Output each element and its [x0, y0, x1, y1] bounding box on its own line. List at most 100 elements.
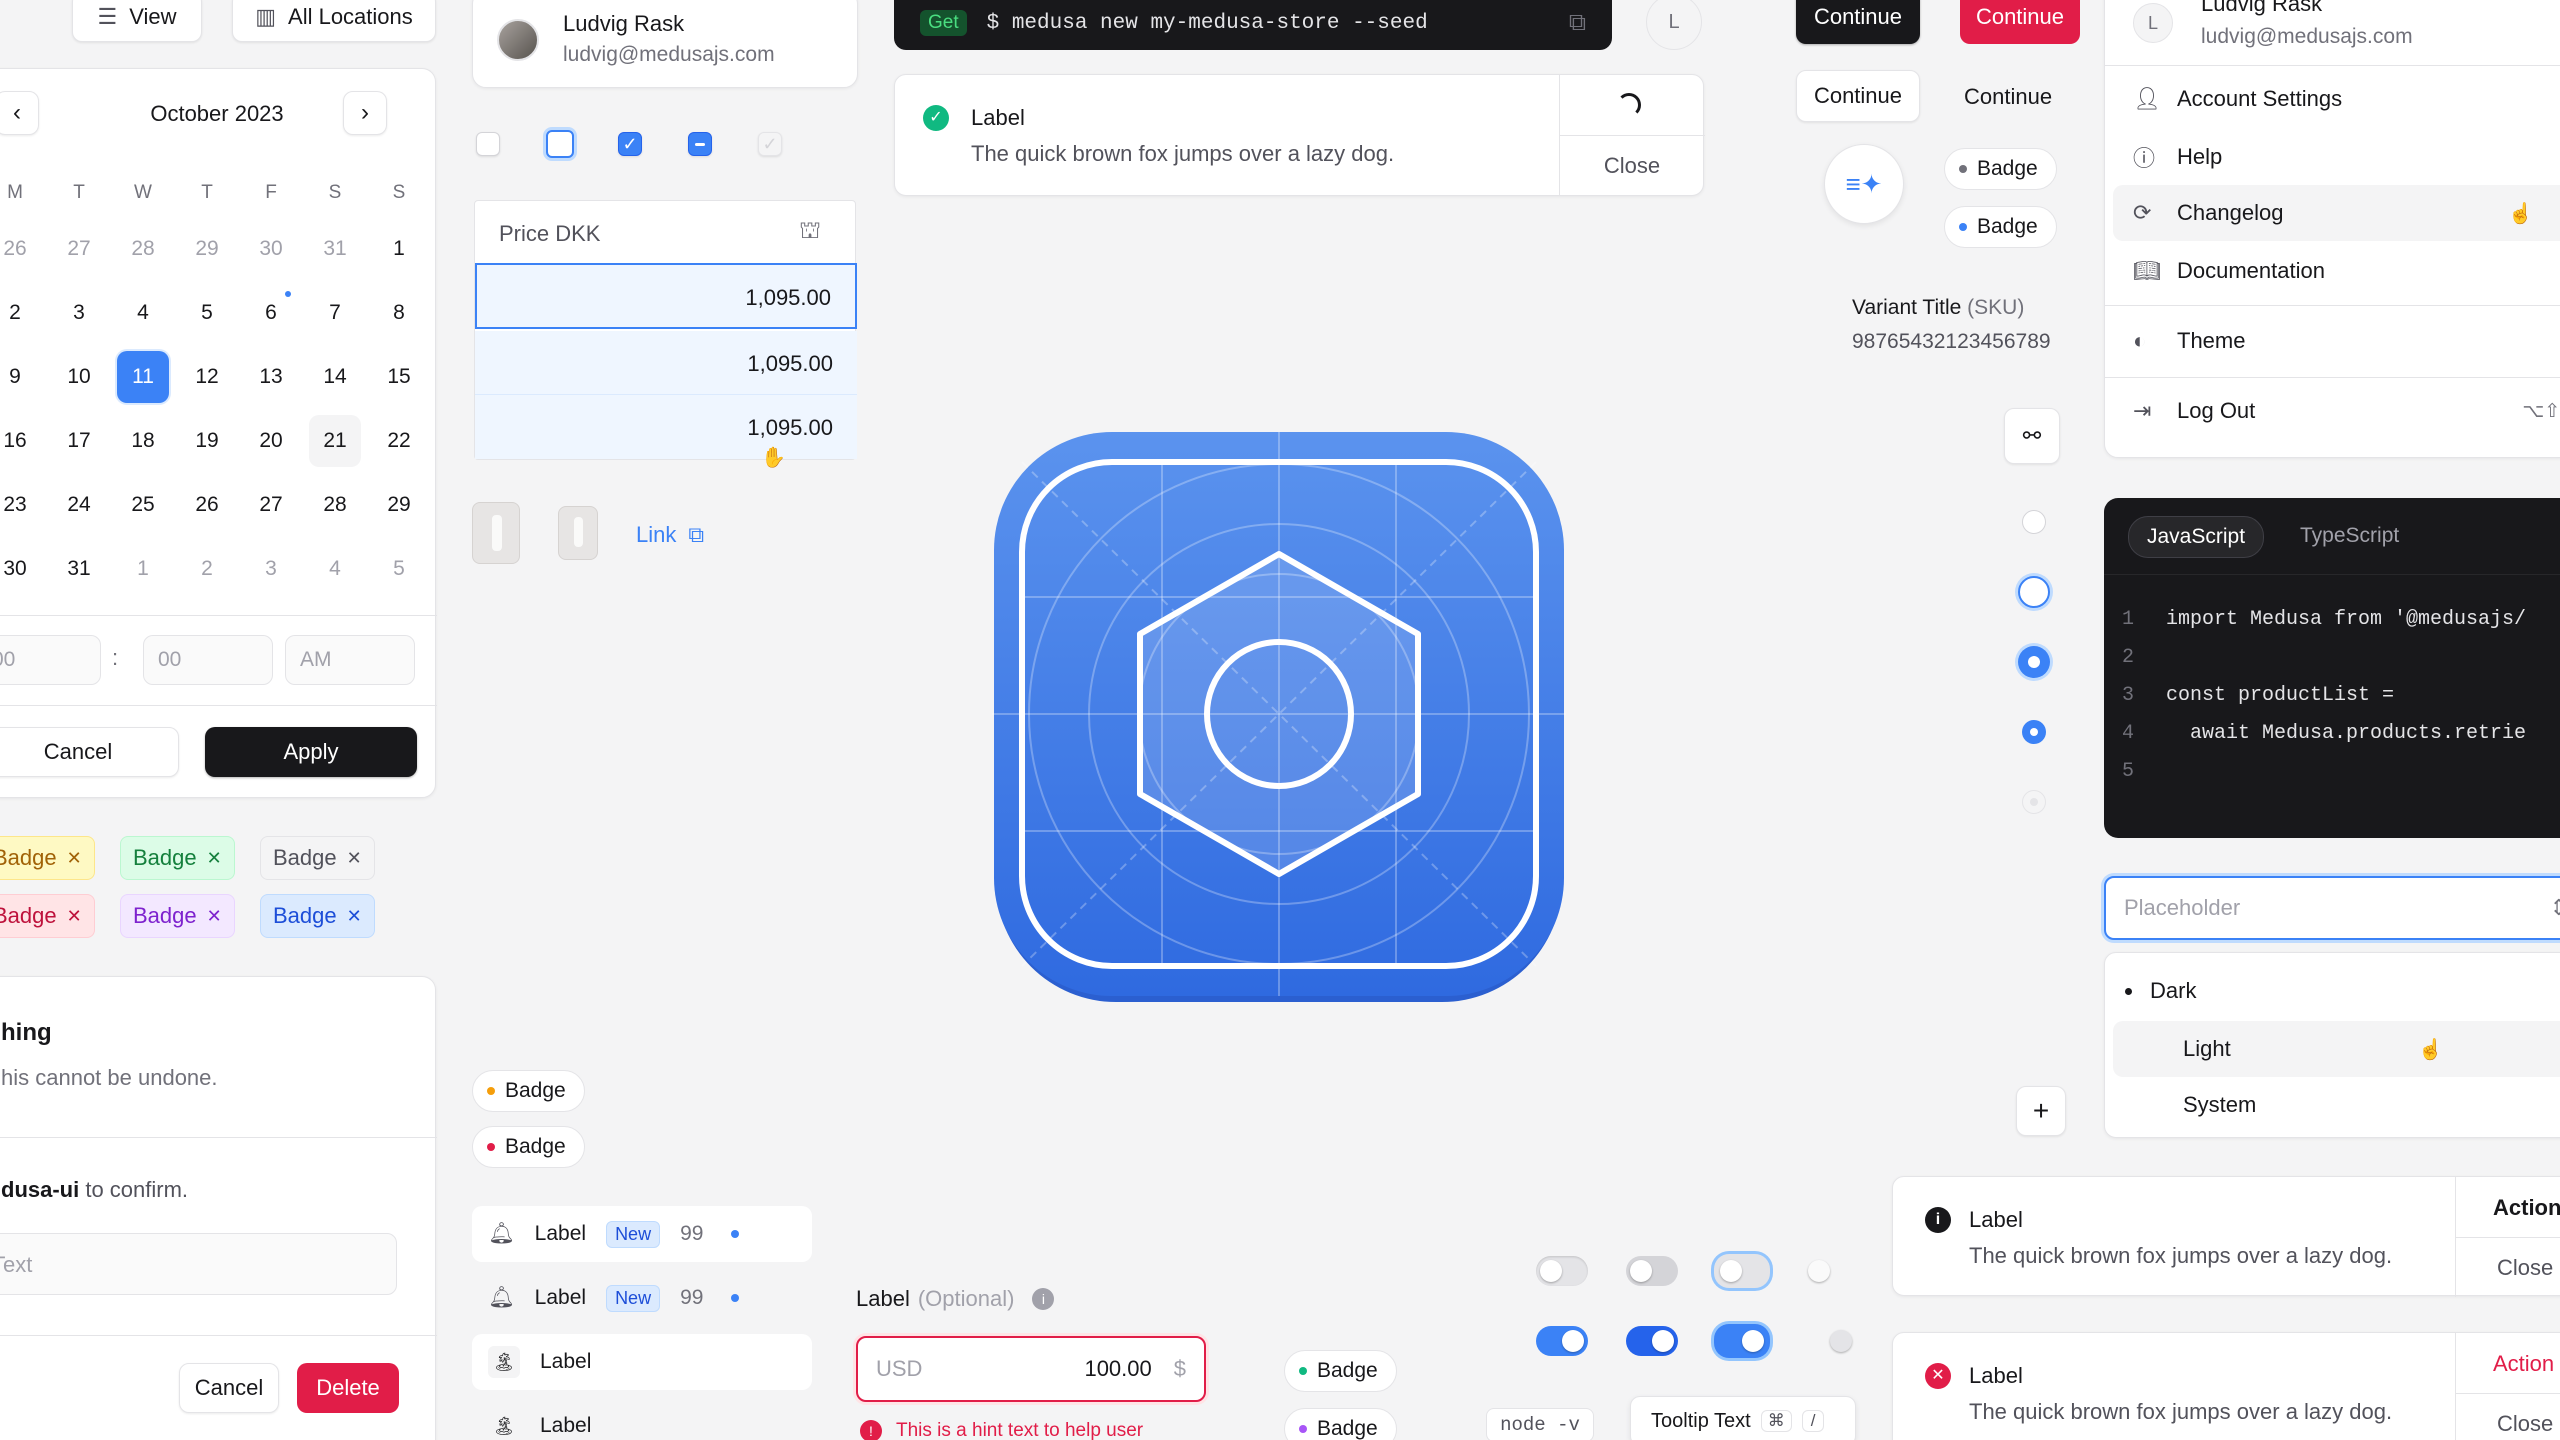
calendar-day[interactable]: 20	[239, 409, 303, 473]
list-item[interactable]: 🏝︎ Label	[472, 1334, 812, 1390]
calendar-day[interactable]: 3	[47, 281, 111, 345]
switch-off-focus[interactable]	[1714, 1254, 1770, 1288]
continue-button-danger[interactable]: Continue	[1960, 0, 2080, 44]
confirm-text-input[interactable]: Text	[0, 1233, 397, 1295]
calendar-apply-button[interactable]: Apply	[205, 727, 417, 777]
list-item[interactable]: 🏝︎ Label	[472, 1398, 812, 1440]
toast-action-button[interactable]: Action	[2493, 1351, 2554, 1377]
switch-off[interactable]	[1536, 1256, 1588, 1286]
prompt-cancel-button[interactable]: Cancel	[179, 1363, 279, 1413]
menu-item-help[interactable]: ⓘ Help	[2105, 129, 2545, 185]
prompt-delete-button[interactable]: Delete	[297, 1363, 399, 1413]
calendar-day[interactable]: 5	[367, 537, 431, 601]
calendar-day[interactable]: 1	[111, 537, 175, 601]
calendar-day[interactable]: 12	[175, 345, 239, 409]
ai-sparkle-button[interactable]: ≡✦	[1824, 144, 1904, 224]
checkbox-disabled-checked[interactable]: ✓	[758, 132, 782, 156]
calendar-day[interactable]: 7	[303, 281, 367, 345]
price-cell-3[interactable]: 1,095.00	[475, 395, 857, 459]
close-icon[interactable]: ✕	[207, 848, 222, 869]
calendar-day[interactable]: 10	[47, 345, 111, 409]
product-thumbnail-small[interactable]	[558, 506, 598, 560]
radio-checked-focused[interactable]	[2018, 646, 2050, 678]
workflow-icon-button[interactable]: ⚯	[2004, 408, 2060, 464]
toast-close-button[interactable]: Close	[2497, 1255, 2553, 1281]
radio-focused[interactable]	[2018, 576, 2050, 608]
switch-on-focus[interactable]	[1714, 1324, 1770, 1358]
continue-button-transparent[interactable]: Continue	[1964, 84, 2052, 110]
toast-close-button[interactable]: Close	[2497, 1411, 2553, 1437]
ampm-input[interactable]: AM	[285, 635, 415, 685]
calendar-day[interactable]: 9	[0, 345, 47, 409]
calendar-day[interactable]: 18	[111, 409, 175, 473]
menu-item-theme[interactable]: ◐ Theme	[2105, 313, 2545, 369]
checkbox-unchecked[interactable]	[476, 132, 500, 156]
next-month-button[interactable]: ›	[343, 91, 387, 135]
calendar-day[interactable]: 15	[367, 345, 431, 409]
calendar-day[interactable]: 28	[303, 473, 367, 537]
calendar-day[interactable]: 28	[111, 217, 175, 281]
close-icon[interactable]: ✕	[67, 848, 82, 869]
close-icon[interactable]: ✕	[67, 906, 82, 927]
select-option-system[interactable]: System	[2105, 1077, 2545, 1133]
calendar-day[interactable]: 23	[0, 473, 47, 537]
calendar-day[interactable]: 25	[111, 473, 175, 537]
continue-button-outline[interactable]: Continue	[1796, 70, 1920, 122]
calendar-day[interactable]: 14	[303, 345, 367, 409]
calendar-day[interactable]: 2	[175, 537, 239, 601]
checkbox-indeterminate[interactable]	[688, 132, 712, 156]
switch-on-disabled[interactable]	[1804, 1326, 1856, 1356]
switch-on[interactable]	[1536, 1326, 1588, 1356]
calendar-day[interactable]: 26	[175, 473, 239, 537]
radio-unchecked[interactable]	[2022, 510, 2046, 534]
copy-icon[interactable]: ⧉	[1569, 9, 1586, 37]
switch-on-hover[interactable]	[1626, 1326, 1678, 1356]
code-tab-typescript[interactable]: TypeScript	[2300, 524, 2399, 548]
radio-disabled[interactable]	[2022, 790, 2046, 814]
calendar-day[interactable]: 1	[367, 217, 431, 281]
user-card[interactable]: Ludvig Rask ludvig@medusajs.com	[472, 0, 858, 88]
calendar-day[interactable]: 29	[367, 473, 431, 537]
view-button[interactable]: ☰ View	[72, 0, 202, 42]
menu-item-changelog[interactable]: ⟳ Changelog ☝	[2113, 185, 2560, 241]
calendar-day[interactable]: 4	[303, 537, 367, 601]
list-item[interactable]: 🔔︎ Label New 99	[472, 1206, 812, 1262]
product-thumbnail[interactable]	[472, 502, 520, 564]
calendar-day[interactable]: 8	[367, 281, 431, 345]
select-option-light[interactable]: Light ☝	[2113, 1021, 2560, 1077]
menu-item-account-settings[interactable]: 👤︎ Account Settings	[2105, 71, 2545, 127]
calendar-day[interactable]: 11	[111, 345, 175, 409]
hour-input[interactable]: 00	[0, 635, 101, 685]
menu-item-documentation[interactable]: 📖︎ Documentation	[2105, 243, 2545, 299]
theme-select[interactable]: Placeholder ⇕	[2104, 876, 2560, 940]
calendar-day[interactable]: 4	[111, 281, 175, 345]
calendar-day[interactable]: 22	[367, 409, 431, 473]
select-option-dark[interactable]: Dark	[2105, 963, 2545, 1019]
calendar-day[interactable]: 29	[175, 217, 239, 281]
checkbox-checked[interactable]: ✓	[618, 132, 642, 156]
toast-close-button[interactable]: Close	[1559, 153, 1705, 179]
calendar-day[interactable]: 30	[0, 537, 47, 601]
switch-off-hover[interactable]	[1626, 1256, 1678, 1286]
list-item[interactable]: 🔔︎ Label New 99	[472, 1270, 812, 1326]
minute-input[interactable]: 00	[143, 635, 273, 685]
close-icon[interactable]: ✕	[207, 906, 222, 927]
code-tab-javascript[interactable]: JavaScript	[2128, 516, 2265, 558]
price-cell-2[interactable]: 1,095.00	[475, 331, 857, 395]
calendar-day[interactable]: 16	[0, 409, 47, 473]
calendar-day[interactable]: 27	[47, 217, 111, 281]
close-icon[interactable]: ✕	[347, 848, 362, 869]
calendar-day[interactable]: 3	[239, 537, 303, 601]
calendar-day[interactable]: 2	[0, 281, 47, 345]
calendar-day[interactable]: 27	[239, 473, 303, 537]
calendar-day[interactable]: 19	[175, 409, 239, 473]
radio-checked[interactable]	[2022, 720, 2046, 744]
menu-item-logout[interactable]: ⇥Log Out⌥⇧Q	[2105, 383, 2560, 439]
all-locations-button[interactable]: ▥ All Locations	[232, 0, 436, 42]
add-button[interactable]: +	[2016, 1086, 2066, 1136]
price-cell-1[interactable]: 1,095.00	[475, 263, 857, 329]
calendar-day[interactable]: 24	[47, 473, 111, 537]
calendar-day[interactable]: 31	[47, 537, 111, 601]
currency-input[interactable]: USD 100.00 $	[856, 1336, 1206, 1402]
checkbox-focused[interactable]	[546, 130, 574, 158]
